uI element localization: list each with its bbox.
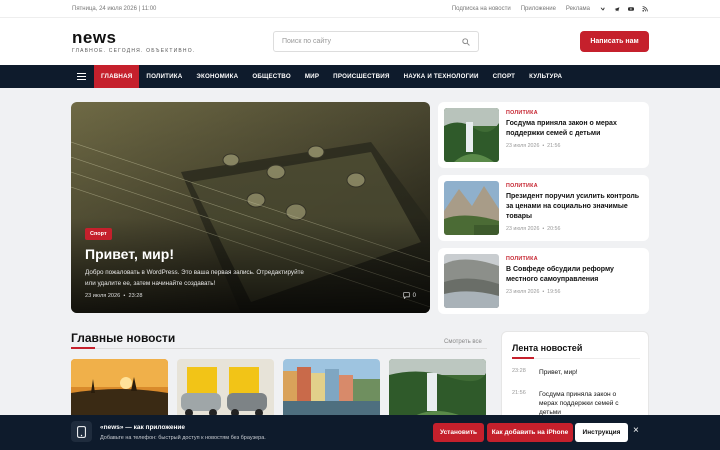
side-news-item[interactable]: ПОЛИТИКА В Совфеде обсудили реформу мест… — [438, 248, 649, 314]
news-card[interactable] — [177, 359, 274, 419]
news-thumbnail — [444, 181, 499, 235]
vk-icon[interactable] — [600, 6, 606, 12]
search-icon[interactable] — [462, 37, 470, 46]
banner-title: «news» — как приложение — [100, 424, 186, 431]
phone-icon — [71, 421, 92, 442]
section-divider — [71, 348, 487, 349]
feed-text[interactable]: Привет, мир! — [539, 368, 634, 377]
logo-block[interactable]: news ГЛАВНОЕ. СЕГОДНЯ. ОБЪЕКТИВНО. — [72, 29, 196, 54]
comment-icon — [403, 292, 410, 299]
tagline: ГЛАВНОЕ. СЕГОДНЯ. ОБЪЕКТИВНО. — [72, 47, 196, 54]
side-news-item[interactable]: ПОЛИТИКА Госдума приняла закон о мерах п… — [438, 102, 649, 168]
news-category[interactable]: ПОЛИТИКА — [506, 256, 643, 262]
rss-icon[interactable] — [642, 5, 648, 12]
feed-accent-line — [512, 357, 534, 359]
feed-time: 23:28 — [512, 368, 526, 374]
news-card[interactable] — [389, 359, 486, 419]
app-link[interactable]: Приложение — [521, 6, 556, 12]
search-placeholder: Поиск по сайту — [282, 38, 332, 45]
app-install-banner: «news» — как приложение Добавьте на теле… — [0, 415, 720, 450]
news-card[interactable] — [283, 359, 380, 419]
nav-item-home[interactable]: ГЛАВНАЯ — [94, 65, 140, 88]
nav-item-world[interactable]: МИР — [298, 65, 326, 88]
hero-article[interactable]: Спорт Привет, мир! Добро пожаловать в Wo… — [71, 102, 430, 313]
search-input[interactable]: Поиск по сайту — [273, 31, 479, 52]
news-card[interactable] — [71, 359, 168, 419]
news-card-image — [71, 359, 168, 419]
feed-time: 21:56 — [512, 390, 526, 396]
news-meta: 23 июля 2026 • 21:56 — [506, 143, 561, 149]
install-button[interactable]: Установить — [433, 423, 484, 442]
news-category[interactable]: ПОЛИТИКА — [506, 183, 643, 189]
nav-item-society[interactable]: ОБЩЕСТВО — [245, 65, 298, 88]
hero-category-badge[interactable]: Спорт — [85, 228, 112, 240]
nav-item-sport[interactable]: СПОРТ — [486, 65, 523, 88]
top-bar: Пятница, 24 июля 2026 | 11:00 Подписка н… — [0, 0, 720, 18]
ads-link[interactable]: Реклама — [566, 6, 590, 12]
news-category[interactable]: ПОЛИТИКА — [506, 110, 643, 116]
news-card-image — [177, 359, 274, 419]
see-all-link[interactable]: Смотреть все — [444, 339, 482, 345]
banner-subtitle: Добавьте на телефон: быстрый доступ к но… — [100, 435, 266, 441]
hero-date: 23 июля 2026 — [85, 293, 121, 299]
nav-item-culture[interactable]: КУЛЬТУРА — [522, 65, 569, 88]
write-us-button[interactable]: Написать нам — [580, 31, 649, 52]
news-thumbnail — [444, 108, 499, 162]
hero-time: 23:28 — [128, 293, 143, 299]
feed-item[interactable]: 23:28 Привет, мир! — [512, 368, 634, 377]
instructions-button[interactable]: Инструкция — [575, 423, 628, 442]
side-news-item[interactable]: ПОЛИТИКА Президент поручил усилить контр… — [438, 175, 649, 241]
comment-count: 0 — [412, 292, 416, 299]
site-header: news ГЛАВНОЕ. СЕГОДНЯ. ОБЪЕКТИВНО. Поиск… — [0, 18, 720, 65]
iphone-howto-button[interactable]: Как добавить на iPhone — [487, 423, 573, 442]
feed-text[interactable]: Госдума приняла закон о мерах поддержки … — [539, 390, 634, 417]
news-card-image — [283, 359, 380, 419]
news-meta: 23 июля 2026 • 20:56 — [506, 226, 561, 232]
section-title: Главные новости — [71, 331, 176, 345]
hero-comments[interactable]: 0 — [403, 292, 416, 299]
main-nav: ГЛАВНАЯ ПОЛИТИКА ЭКОНОМИКА ОБЩЕСТВО МИР … — [0, 65, 720, 88]
section-accent-line — [71, 347, 95, 349]
news-card-image — [389, 359, 486, 419]
news-title[interactable]: В Совфеде обсудили реформу местного само… — [506, 265, 643, 285]
nav-item-economy[interactable]: ЭКОНОМИКА — [189, 65, 245, 88]
nav-item-incidents[interactable]: ПРОИСШЕСТВИЯ — [326, 65, 396, 88]
youtube-icon[interactable] — [628, 6, 634, 12]
nav-item-politics[interactable]: ПОЛИТИКА — [139, 65, 189, 88]
feed-item[interactable]: 21:56 Госдума приняла закон о мерах подд… — [512, 390, 634, 417]
hero-title[interactable]: Привет, мир! — [85, 246, 174, 262]
nav-item-science[interactable]: НАУКА И ТЕХНОЛОГИИ — [397, 65, 486, 88]
current-date: Пятница, 24 июля 2026 | 11:00 — [72, 5, 157, 12]
menu-icon[interactable] — [72, 65, 94, 88]
close-icon[interactable]: × — [633, 425, 639, 436]
hero-excerpt: Добро пожаловать в WordPress. Это ваша п… — [85, 269, 304, 287]
news-meta: 23 июля 2026 • 19:56 — [506, 289, 561, 295]
telegram-icon[interactable] — [614, 6, 620, 12]
hero-meta: 23 июля 2026 • 23:28 — [85, 293, 143, 299]
news-thumbnail — [444, 254, 499, 308]
subscribe-link[interactable]: Подписка на новости — [452, 6, 511, 12]
news-title[interactable]: Президент поручил усилить контроль за це… — [506, 192, 643, 222]
news-title[interactable]: Госдума приняла закон о мерах поддержки … — [506, 119, 643, 139]
logo[interactable]: news — [72, 29, 195, 46]
feed-title: Лента новостей — [512, 343, 583, 353]
